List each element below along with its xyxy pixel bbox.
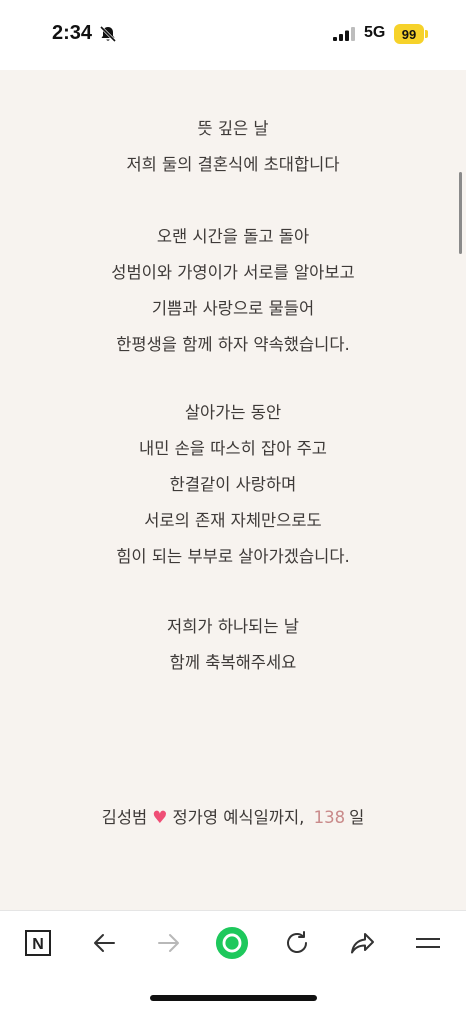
invitation-line: 서로의 존재 자체만으로도 [144, 511, 322, 530]
invitation-line: 힘이 되는 부부로 살아가겠습니다. [116, 547, 350, 566]
invitation-line: 뜻 깊은 날 [197, 119, 269, 138]
forward-button[interactable] [152, 926, 186, 960]
naver-home-button[interactable]: N [21, 926, 55, 960]
menu-icon [416, 938, 440, 948]
invitation-line: 저희가 하나되는 날 [167, 617, 299, 636]
status-bar: 2:34 5G 99 [0, 0, 466, 70]
invitation-line: 한평생을 함께 하자 약속했습니다. [116, 335, 350, 354]
browser-toolbar: N [0, 910, 466, 1011]
svg-text:N: N [32, 936, 44, 953]
naver-n-icon: N [25, 930, 51, 956]
groom-name: 김성범 [101, 808, 148, 827]
reload-icon [287, 931, 307, 953]
invitation-line: 기쁨과 사랑으로 물들어 [151, 299, 315, 318]
invitation-line: 성범이와 가영이가 서로를 알아보고 [111, 263, 355, 282]
clock: 2:34 [52, 22, 93, 44]
battery-level: 99 [394, 24, 424, 44]
reload-button[interactable] [280, 926, 314, 960]
bride-countdown-text: 정가영 예식일까지, [172, 808, 305, 827]
invitation-page: 뜻 깊은 날 저희 둘의 결혼식에 초대합니다 오랜 시간을 돌고 돌아 성범이… [0, 70, 466, 910]
share-icon [351, 933, 374, 954]
invitation-line: 함께 축복해주세요 [169, 653, 297, 672]
dday-counter: 김성범 ♥ 정가영 예식일까지, 138 일 [0, 800, 466, 836]
bell-muted-icon [99, 25, 117, 43]
forward-arrow-icon [158, 934, 179, 952]
invitation-line: 내민 손을 따스히 잡아 주고 [139, 439, 327, 458]
scrollbar[interactable] [459, 172, 462, 254]
home-indicator[interactable] [150, 995, 317, 1001]
days-unit: 일 [349, 808, 365, 827]
network-type: 5G [364, 24, 386, 41]
share-button[interactable] [345, 926, 379, 960]
invitation-line: 한결같이 사랑하며 [169, 475, 297, 494]
green-dot-button[interactable] [215, 926, 249, 960]
invitation-paragraph-2: 오랜 시간을 돌고 돌아 성범이와 가영이가 서로를 알아보고 기쁨과 사랑으로… [0, 219, 466, 363]
green-dot-icon [215, 926, 249, 960]
back-button[interactable] [87, 926, 121, 960]
invitation-paragraph-4: 저희가 하나되는 날 함께 축복해주세요 [0, 609, 466, 681]
battery-cap [425, 30, 428, 38]
invitation-paragraph-3: 살아가는 동안 내민 손을 따스히 잡아 주고 한결같이 사랑하며 서로의 존재… [0, 395, 466, 575]
heart-icon: ♥ [152, 808, 168, 828]
invitation-line: 저희 둘의 결혼식에 초대합니다 [126, 155, 340, 174]
invitation-line: 오랜 시간을 돌고 돌아 [156, 227, 310, 246]
signal-icon [333, 27, 355, 41]
invitation-line: 살아가는 동안 [184, 403, 282, 422]
back-arrow-icon [94, 934, 115, 952]
invitation-paragraph-1: 뜻 깊은 날 저희 둘의 결혼식에 초대합니다 [0, 111, 466, 183]
menu-button[interactable] [411, 926, 445, 960]
days-count: 138 [313, 808, 346, 827]
